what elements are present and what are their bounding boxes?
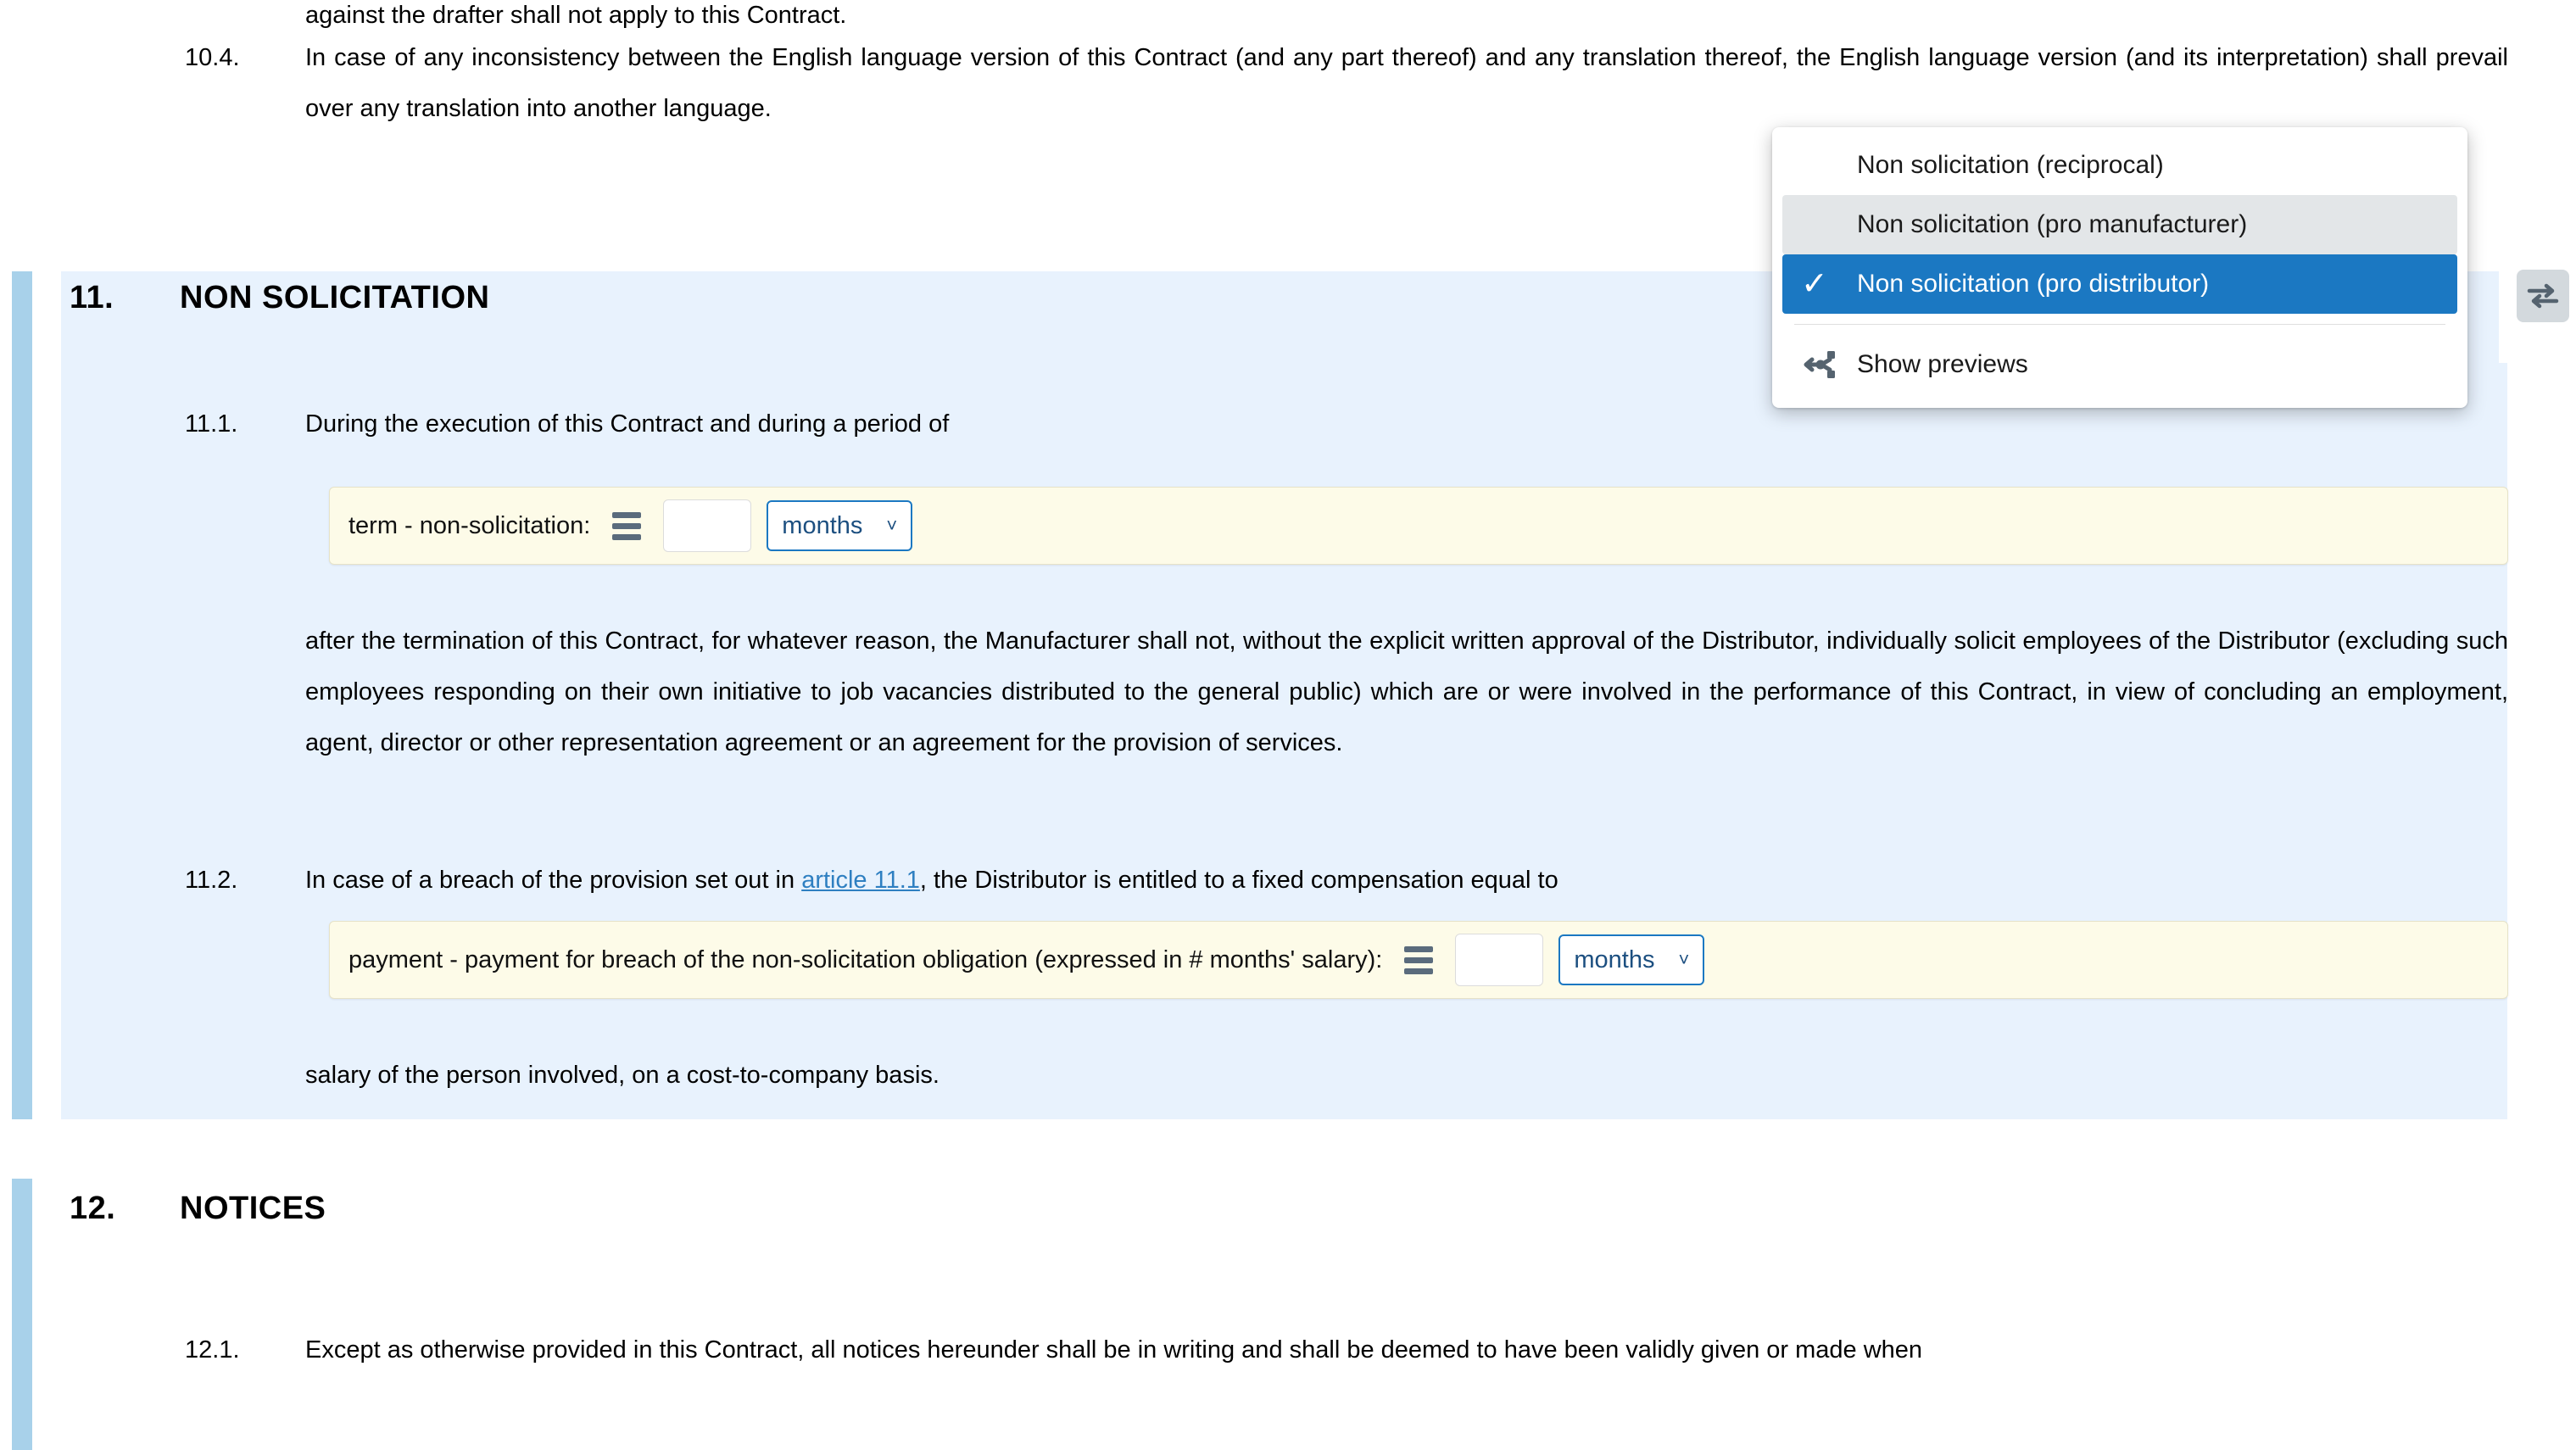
clause-10-4: 10.4. In case of any inconsistency betwe…: [185, 32, 2508, 134]
section-12-heading: 12. NOTICES: [70, 1191, 326, 1227]
section-11-heading: 11. NON SOLICITATION: [70, 280, 489, 316]
menu-item-label: Non solicitation (reciprocal): [1857, 151, 2164, 179]
menu-item-non-solicitation-pro-manufacturer[interactable]: Non solicitation (pro manufacturer): [1782, 195, 2457, 254]
swap-clause-button[interactable]: [2517, 270, 2569, 322]
section-12-title: NOTICES: [180, 1191, 326, 1226]
menu-separator: [1794, 324, 2445, 325]
clause-11-2: 11.2. In case of a breach of the provisi…: [185, 855, 2508, 906]
menu-item-gutter: [1801, 350, 1857, 379]
variable-unit-select-wrap-payment[interactable]: months ˅: [1558, 934, 1705, 985]
clause-12-1: 12.1. Except as otherwise provided in th…: [185, 1325, 2508, 1375]
clause-11-2-text-before-link: In case of a breach of the provision set…: [305, 867, 802, 894]
section-11-highlight-bar: [12, 271, 32, 1119]
variable-box-payment-breach[interactable]: payment - payment for breach of the non-…: [329, 921, 2508, 999]
clause-10-4-number: 10.4.: [185, 44, 240, 71]
variable-label-payment-breach: payment - payment for breach of the non-…: [348, 945, 1383, 973]
variable-box-term-non-solicitation[interactable]: term - non-solicitation: months ˅: [329, 487, 2508, 565]
clause-11-1-body-text: after the termination of this Contract, …: [305, 627, 2508, 756]
menu-handle-icon[interactable]: [1404, 945, 1434, 974]
clause-12-1-number: 12.1.: [185, 1336, 240, 1364]
menu-item-label: Non solicitation (pro manufacturer): [1857, 210, 2248, 238]
variable-unit-select-payment[interactable]: months: [1558, 934, 1705, 985]
clause-11-2-text-after-link: , the Distributor is entitled to a fixed…: [919, 867, 1558, 894]
variable-value-input-term[interactable]: [663, 499, 752, 552]
section-11-title: NON SOLICITATION: [180, 280, 490, 315]
check-icon: ✓: [1801, 266, 1828, 302]
clause-11-2-number: 11.2.: [185, 867, 238, 894]
section-12-highlight-bar: [12, 1179, 32, 1450]
menu-item-non-solicitation-pro-distributor[interactable]: ✓ Non solicitation (pro distributor): [1782, 254, 2457, 314]
variable-unit-select-wrap-term[interactable]: months ˅: [767, 500, 913, 551]
clause-11-2-tail-text: salary of the person involved, on a cost…: [305, 1062, 940, 1089]
clause-11-1-number: 11.1.: [185, 410, 238, 438]
variable-value-input-payment[interactable]: [1455, 934, 1544, 986]
menu-handle-icon[interactable]: [612, 511, 642, 540]
menu-item-show-previews[interactable]: Show previews: [1782, 335, 2457, 394]
menu-item-non-solicitation-reciprocal[interactable]: Non solicitation (reciprocal): [1782, 136, 2457, 195]
section-12-number: 12.: [70, 1191, 116, 1226]
article-11-1-link[interactable]: article 11.1: [801, 867, 920, 894]
menu-item-label: Show previews: [1857, 350, 2028, 378]
clause-variant-context-menu[interactable]: Non solicitation (reciprocal) Non solici…: [1772, 127, 2467, 408]
branch-preview-icon: [1804, 351, 1835, 378]
variable-unit-select-term[interactable]: months: [767, 500, 913, 551]
contract-document: against the drafter shall not apply to t…: [0, 0, 2576, 1450]
menu-item-label: Non solicitation (pro distributor): [1857, 270, 2210, 298]
clause-10-4-text: In case of any inconsistency between the…: [305, 44, 2508, 122]
clause-12-1-text: Except as otherwise provided in this Con…: [305, 1336, 1923, 1364]
clause-11-2-text: In case of a breach of the provision set…: [305, 855, 2508, 906]
swap-arrows-icon: [2527, 283, 2559, 309]
variable-label-term-non-solicitation: term - non-solicitation:: [348, 511, 591, 539]
menu-item-gutter: ✓: [1801, 268, 1857, 300]
section-11-number: 11.: [70, 280, 114, 315]
